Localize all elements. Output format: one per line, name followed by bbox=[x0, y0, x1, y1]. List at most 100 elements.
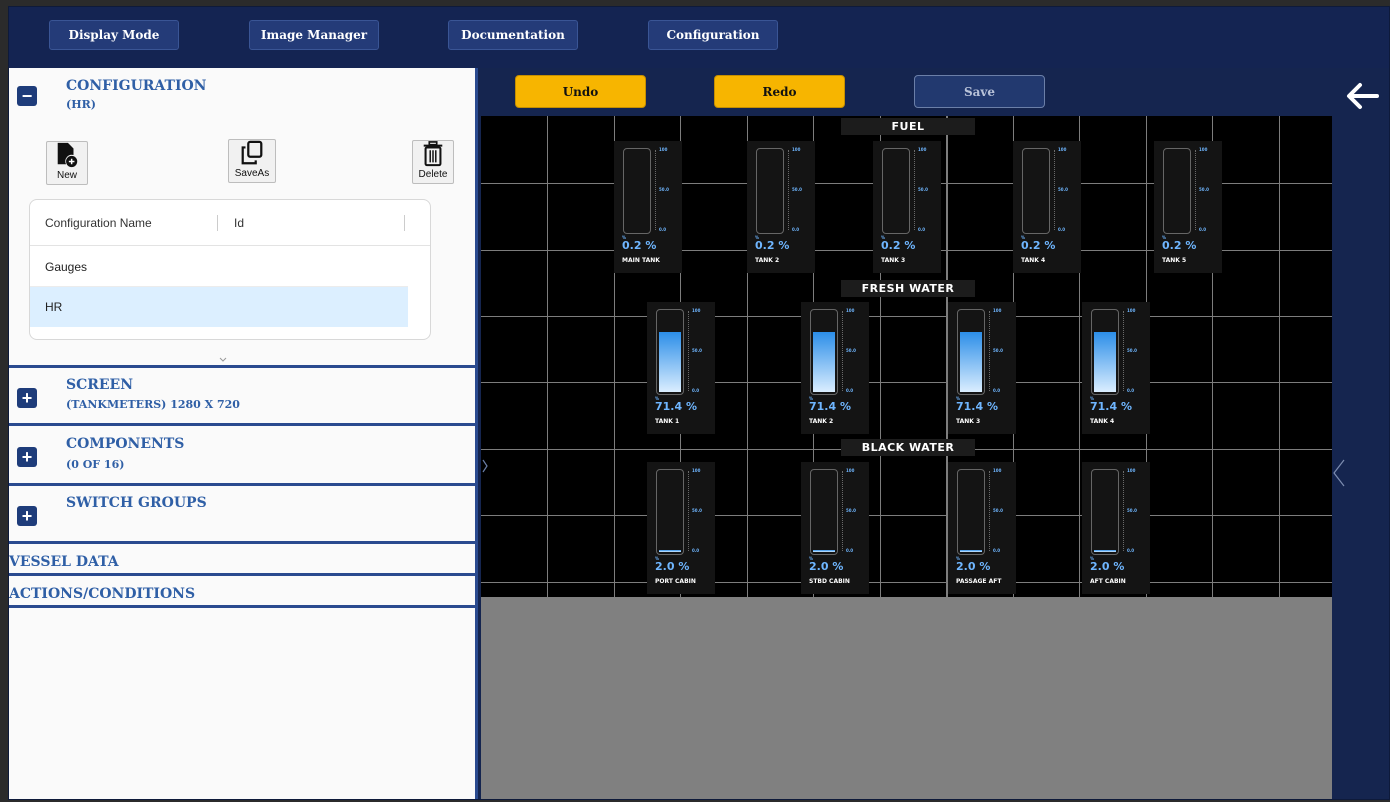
tank-gauge[interactable]: 100 50.0 0.0% 0.2 % TANK 4 bbox=[1013, 141, 1081, 273]
tank-percentage: 2.0 % bbox=[1090, 560, 1125, 573]
delete-label: Delete bbox=[418, 169, 448, 180]
tank-percentage: 71.4 % bbox=[809, 400, 851, 413]
tank-name: TANK 3 bbox=[881, 257, 906, 264]
scale-label-mid: 50.0 bbox=[1127, 348, 1137, 353]
collapse-configuration-button[interactable]: − bbox=[17, 86, 37, 106]
tank-gauge[interactable]: 100 50.0 0.0% 71.4 % TANK 4 bbox=[1082, 302, 1150, 434]
tank-gauge[interactable]: 100 50.0 0.0% 0.2 % TANK 2 bbox=[747, 141, 815, 273]
black-water-group-title: BLACK WATER bbox=[841, 439, 975, 456]
scale-label-min: 0.0 bbox=[1127, 548, 1135, 553]
tank-gauge[interactable]: 100 50.0 0.0% 2.0 % PORT CABIN bbox=[647, 462, 715, 594]
table-row-selected[interactable]: HR bbox=[30, 287, 408, 327]
scale-label-mid: 50.0 bbox=[846, 348, 856, 353]
scale-label-max: 100 bbox=[1127, 308, 1136, 313]
screen-subtitle: (TANKMETERS) 1280 X 720 bbox=[66, 398, 240, 411]
gauge-tube bbox=[957, 469, 985, 555]
scale-label-mid: 50.0 bbox=[846, 508, 856, 513]
scale-label-mid: 50.0 bbox=[692, 508, 702, 513]
scale-label-min: 0.0 bbox=[846, 388, 854, 393]
switch-groups-title: SWITCH GROUPS bbox=[66, 495, 207, 511]
grid-line bbox=[1279, 116, 1280, 597]
scale-label-min: 0.0 bbox=[993, 388, 1001, 393]
scale-label-max: 100 bbox=[1199, 147, 1208, 152]
scale-label-mid: 50.0 bbox=[659, 187, 669, 192]
scale-label-max: 100 bbox=[792, 147, 801, 152]
gauge-tube bbox=[810, 469, 838, 555]
grid-header: Configuration Name Id bbox=[30, 200, 430, 246]
tank-gauge[interactable]: 100 50.0 0.0% 2.0 % STBD CABIN bbox=[801, 462, 869, 594]
redo-button[interactable]: Redo bbox=[714, 75, 845, 108]
documentation-button[interactable]: Documentation bbox=[448, 20, 578, 50]
chevron-left-icon[interactable] bbox=[1332, 458, 1346, 488]
gauge-scale bbox=[989, 311, 991, 391]
column-header-id[interactable]: Id bbox=[234, 216, 244, 230]
saveas-button[interactable]: SaveAs bbox=[228, 139, 276, 183]
tank-gauge[interactable]: 100 50.0 0.0% 0.2 % MAIN TANK bbox=[614, 141, 682, 273]
gauge-fill bbox=[813, 550, 835, 552]
new-button[interactable]: New bbox=[46, 141, 88, 185]
scale-label-max: 100 bbox=[846, 468, 855, 473]
tank-gauge[interactable]: 100 50.0 0.0% 0.2 % TANK 3 bbox=[873, 141, 941, 273]
chevron-right-icon[interactable] bbox=[481, 458, 489, 474]
scale-label-mid: 50.0 bbox=[692, 348, 702, 353]
divider bbox=[9, 483, 478, 486]
expand-screen-button[interactable]: + bbox=[17, 388, 37, 408]
gauge-scale bbox=[1195, 150, 1197, 230]
gauge-scale bbox=[989, 471, 991, 551]
scale-label-min: 0.0 bbox=[1199, 227, 1207, 232]
tank-percentage: 0.2 % bbox=[1021, 239, 1056, 252]
gauge-tube bbox=[756, 148, 784, 234]
gauge-tube bbox=[810, 309, 838, 395]
tank-percentage: 2.0 % bbox=[655, 560, 690, 573]
gauge-scale bbox=[688, 311, 690, 391]
gauge-scale bbox=[688, 471, 690, 551]
divider bbox=[9, 365, 478, 368]
scale-label-mid: 50.0 bbox=[1199, 187, 1209, 192]
grid-line bbox=[481, 316, 1332, 317]
divider bbox=[9, 573, 478, 576]
configuration-button[interactable]: Configuration bbox=[648, 20, 778, 50]
scale-label-min: 0.0 bbox=[846, 548, 854, 553]
chevron-down-icon[interactable] bbox=[219, 357, 227, 363]
actions-conditions-section[interactable]: ACTIONS/CONDITIONS bbox=[9, 586, 195, 602]
saveas-label: SaveAs bbox=[234, 168, 270, 179]
undo-button[interactable]: Undo bbox=[515, 75, 646, 108]
save-button[interactable]: Save bbox=[914, 75, 1045, 108]
scale-label-max: 100 bbox=[918, 147, 927, 152]
tank-gauge[interactable]: 100 50.0 0.0% 2.0 % PASSAGE AFT bbox=[948, 462, 1016, 594]
copy-icon bbox=[241, 140, 263, 165]
vessel-data-section[interactable]: VESSEL DATA bbox=[9, 554, 119, 570]
tank-percentage: 71.4 % bbox=[956, 400, 998, 413]
scale-label-max: 100 bbox=[692, 308, 701, 313]
scale-label-mid: 50.0 bbox=[1127, 508, 1137, 513]
scale-label-max: 100 bbox=[993, 308, 1002, 313]
gauge-scale bbox=[655, 150, 657, 230]
screen-canvas[interactable]: FUEL FRESH WATER BLACK WATER 100 50.0 0.0%… bbox=[481, 116, 1332, 597]
back-arrow-icon[interactable] bbox=[1345, 82, 1379, 110]
scale-label-max: 100 bbox=[692, 468, 701, 473]
tank-percentage: 0.2 % bbox=[755, 239, 790, 252]
column-header-configuration-name[interactable]: Configuration Name bbox=[45, 216, 152, 230]
gauge-tube bbox=[1163, 148, 1191, 234]
tank-name: PORT CABIN bbox=[655, 578, 696, 585]
gauge-tube bbox=[957, 309, 985, 395]
scale-label-min: 0.0 bbox=[993, 548, 1001, 553]
delete-button[interactable]: Delete bbox=[412, 140, 454, 184]
components-subtitle: (0 OF 16) bbox=[66, 458, 125, 471]
tank-gauge[interactable]: 100 50.0 0.0% 71.4 % TANK 2 bbox=[801, 302, 869, 434]
expand-components-button[interactable]: + bbox=[17, 447, 37, 467]
expand-switch-groups-button[interactable]: + bbox=[17, 506, 37, 526]
fresh-water-group-title: FRESH WATER bbox=[841, 280, 975, 297]
table-row[interactable]: Gauges bbox=[30, 247, 408, 287]
tank-percentage: 2.0 % bbox=[809, 560, 844, 573]
row-configuration-name: Gauges bbox=[45, 259, 88, 274]
tank-gauge[interactable]: 100 50.0 0.0% 0.2 % TANK 5 bbox=[1154, 141, 1222, 273]
tank-gauge[interactable]: 100 50.0 0.0% 2.0 % AFT CABIN bbox=[1082, 462, 1150, 594]
tank-name: STBD CABIN bbox=[809, 578, 850, 585]
tank-gauge[interactable]: 100 50.0 0.0% 71.4 % TANK 3 bbox=[948, 302, 1016, 434]
image-manager-button[interactable]: Image Manager bbox=[249, 20, 379, 50]
gauge-tube bbox=[1091, 309, 1119, 395]
scale-label-min: 0.0 bbox=[659, 227, 667, 232]
display-mode-button[interactable]: Display Mode bbox=[49, 20, 179, 50]
tank-gauge[interactable]: 100 50.0 0.0% 71.4 % TANK 1 bbox=[647, 302, 715, 434]
